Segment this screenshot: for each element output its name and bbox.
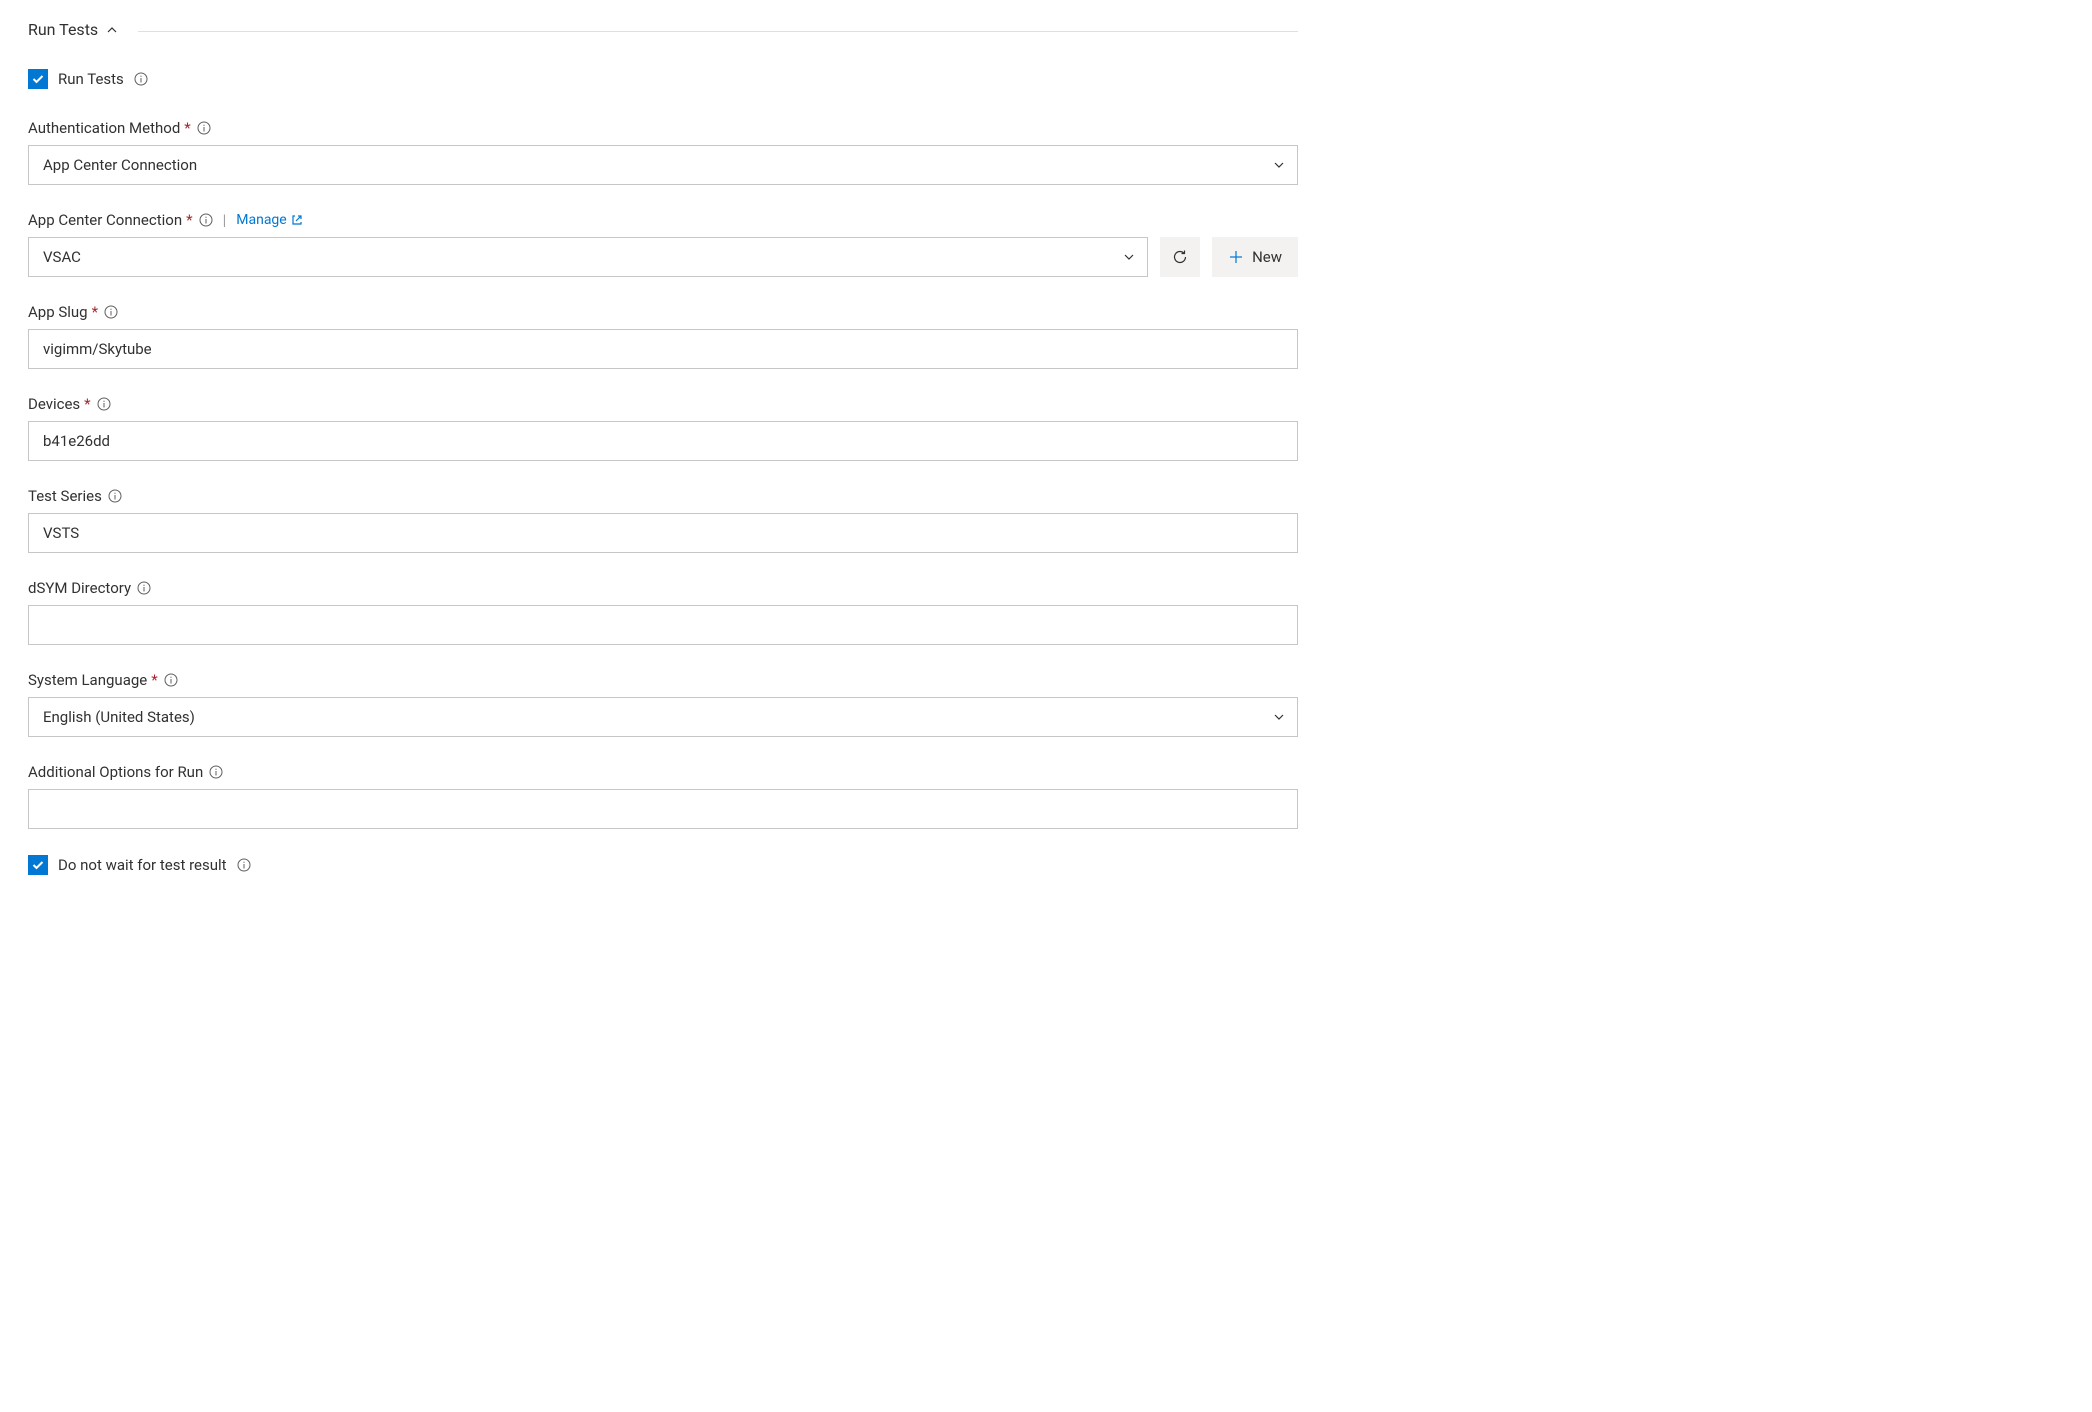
new-button[interactable]: New bbox=[1212, 237, 1298, 277]
app-center-connection-label: App Center Connection bbox=[28, 211, 182, 229]
dsym-directory-group: dSYM Directory bbox=[28, 579, 1298, 645]
chevron-up-icon bbox=[106, 24, 118, 36]
do-not-wait-checkbox[interactable] bbox=[28, 855, 48, 875]
dsym-directory-label: dSYM Directory bbox=[28, 579, 131, 597]
system-language-select[interactable] bbox=[28, 697, 1298, 737]
auth-method-label-row: Authentication Method * bbox=[28, 119, 1298, 137]
additional-options-label: Additional Options for Run bbox=[28, 763, 203, 781]
required-marker: * bbox=[151, 671, 157, 689]
app-slug-input[interactable] bbox=[28, 329, 1298, 369]
required-marker: * bbox=[92, 303, 98, 321]
run-tests-checkbox[interactable] bbox=[28, 69, 48, 89]
system-language-label: System Language bbox=[28, 671, 147, 689]
system-language-label-row: System Language * bbox=[28, 671, 1298, 689]
devices-label-row: Devices * bbox=[28, 395, 1298, 413]
new-button-label: New bbox=[1252, 248, 1282, 266]
external-link-icon bbox=[291, 214, 303, 226]
manage-link[interactable]: Manage bbox=[236, 212, 302, 228]
devices-input[interactable] bbox=[28, 421, 1298, 461]
info-icon[interactable] bbox=[197, 121, 211, 135]
app-center-connection-group: App Center Connection * | Manage bbox=[28, 211, 1298, 277]
additional-options-group: Additional Options for Run bbox=[28, 763, 1298, 829]
info-icon[interactable] bbox=[97, 397, 111, 411]
system-language-group: System Language * bbox=[28, 671, 1298, 737]
info-icon[interactable] bbox=[134, 72, 148, 86]
refresh-button[interactable] bbox=[1160, 237, 1200, 277]
app-center-connection-select[interactable] bbox=[28, 237, 1148, 277]
plus-icon bbox=[1228, 249, 1244, 265]
test-series-input[interactable] bbox=[28, 513, 1298, 553]
section-divider bbox=[138, 31, 1298, 32]
devices-group: Devices * bbox=[28, 395, 1298, 461]
additional-options-input[interactable] bbox=[28, 789, 1298, 829]
dsym-directory-label-row: dSYM Directory bbox=[28, 579, 1298, 597]
info-icon[interactable] bbox=[209, 765, 223, 779]
label-divider: | bbox=[223, 211, 227, 229]
auth-method-label: Authentication Method bbox=[28, 119, 180, 137]
info-icon[interactable] bbox=[199, 213, 213, 227]
section-title: Run Tests bbox=[28, 20, 98, 39]
app-slug-label-row: App Slug * bbox=[28, 303, 1298, 321]
section-header[interactable]: Run Tests bbox=[28, 20, 1298, 39]
dsym-directory-input[interactable] bbox=[28, 605, 1298, 645]
additional-options-label-row: Additional Options for Run bbox=[28, 763, 1298, 781]
required-marker: * bbox=[184, 119, 190, 137]
test-series-group: Test Series bbox=[28, 487, 1298, 553]
test-series-label-row: Test Series bbox=[28, 487, 1298, 505]
run-tests-label: Run Tests bbox=[58, 70, 124, 88]
required-marker: * bbox=[186, 211, 192, 229]
required-marker: * bbox=[84, 395, 90, 413]
do-not-wait-label: Do not wait for test result bbox=[58, 856, 227, 874]
do-not-wait-checkbox-row: Do not wait for test result bbox=[28, 855, 1298, 875]
run-tests-checkbox-row: Run Tests bbox=[28, 69, 1298, 89]
devices-label: Devices bbox=[28, 395, 80, 413]
info-icon[interactable] bbox=[237, 858, 251, 872]
app-slug-label: App Slug bbox=[28, 303, 88, 321]
manage-link-text: Manage bbox=[236, 212, 286, 228]
test-series-label: Test Series bbox=[28, 487, 102, 505]
info-icon[interactable] bbox=[137, 581, 151, 595]
info-icon[interactable] bbox=[164, 673, 178, 687]
auth-method-group: Authentication Method * bbox=[28, 119, 1298, 185]
auth-method-select[interactable] bbox=[28, 145, 1298, 185]
app-center-connection-label-row: App Center Connection * | Manage bbox=[28, 211, 1298, 229]
info-icon[interactable] bbox=[104, 305, 118, 319]
app-slug-group: App Slug * bbox=[28, 303, 1298, 369]
info-icon[interactable] bbox=[108, 489, 122, 503]
